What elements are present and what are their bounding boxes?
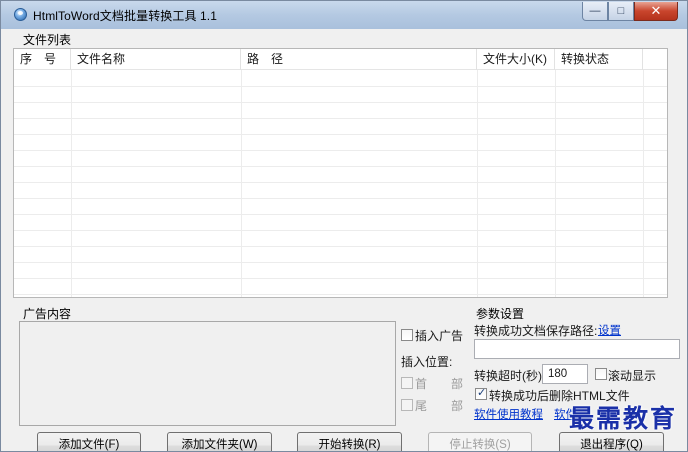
file-list-group-label: 文件列表	[23, 33, 72, 47]
app-icon	[14, 8, 27, 21]
app-window: HtmlToWord文档批量转换工具 1.1 — □ ✕ 文件列表 序 号 文件…	[0, 0, 688, 452]
grid-line	[14, 102, 667, 103]
set-save-path-link[interactable]: 设置	[598, 322, 621, 338]
ad-group-label: 广告内容	[23, 307, 72, 321]
maximize-icon: □	[617, 5, 625, 17]
stop-convert-button[interactable]: 停止转换(S)	[428, 432, 532, 451]
watermark-logo: 最需教育	[568, 404, 677, 433]
minimize-icon: —	[589, 5, 601, 17]
close-icon: ✕	[650, 3, 662, 18]
params-group-label: 参数设置	[476, 307, 525, 321]
grid-line	[14, 182, 667, 183]
timeout-label: 转换超时(秒):	[474, 369, 546, 383]
position-head-label: 首 部	[415, 377, 464, 391]
file-list-table[interactable]: 序 号 文件名称 路 径 文件大小(K) 转换状态	[13, 48, 668, 298]
start-convert-button[interactable]: 开始转换(R)	[297, 432, 402, 451]
column-divider	[71, 70, 72, 297]
scroll-display-checkbox[interactable]	[595, 368, 607, 380]
position-tail-checkbox[interactable]	[401, 399, 413, 411]
column-header-index[interactable]: 序 号	[14, 49, 71, 70]
position-head-checkbox[interactable]	[401, 377, 413, 389]
add-folder-button[interactable]: 添加文件夹(W)	[167, 432, 272, 451]
grid-line	[14, 150, 667, 151]
insert-ad-checkbox[interactable]	[401, 329, 413, 341]
column-divider	[241, 70, 242, 297]
timeout-input[interactable]: 180	[542, 364, 588, 384]
delete-html-checkbox[interactable]	[475, 386, 487, 400]
column-header-status[interactable]: 转换状态	[555, 49, 643, 70]
grid-line	[14, 86, 667, 87]
insert-position-label: 插入位置:	[401, 355, 453, 369]
column-header-size[interactable]: 文件大小(K)	[477, 49, 555, 70]
column-header-path[interactable]: 路 径	[241, 49, 477, 70]
save-path-label: 转换成功文档保存路径:	[474, 324, 598, 338]
tutorial-link[interactable]: 软件使用教程	[474, 406, 543, 422]
grid-line	[14, 134, 667, 135]
column-divider	[477, 70, 478, 297]
grid-line	[14, 278, 667, 279]
maximize-button[interactable]: □	[608, 2, 634, 21]
ad-content-textarea[interactable]	[19, 321, 396, 426]
insert-ad-label: 插入广告	[415, 329, 464, 343]
grid-line	[14, 230, 667, 231]
scroll-display-label: 滚动显示	[608, 369, 657, 383]
add-file-button[interactable]: 添加文件(F)	[37, 432, 141, 451]
close-button[interactable]: ✕	[634, 2, 678, 21]
grid-line	[14, 166, 667, 167]
file-list-header: 序 号 文件名称 路 径 文件大小(K) 转换状态	[14, 49, 667, 70]
grid-line	[14, 262, 667, 263]
grid-line	[14, 294, 667, 295]
minimize-button[interactable]: —	[582, 2, 608, 21]
position-tail-label: 尾 部	[415, 399, 464, 413]
caption-buttons: — □ ✕	[582, 2, 678, 21]
column-divider	[643, 70, 644, 297]
save-path-input[interactable]	[474, 339, 680, 359]
title-bar[interactable]: HtmlToWord文档批量转换工具 1.1 — □ ✕	[1, 1, 687, 29]
grid-line	[14, 198, 667, 199]
grid-line	[14, 246, 667, 247]
column-divider	[555, 70, 556, 297]
column-header-filename[interactable]: 文件名称	[71, 49, 241, 70]
grid-line	[14, 214, 667, 215]
window-title: HtmlToWord文档批量转换工具 1.1	[33, 9, 218, 23]
exit-button[interactable]: 退出程序(Q)	[559, 432, 664, 451]
grid-line	[14, 118, 667, 119]
